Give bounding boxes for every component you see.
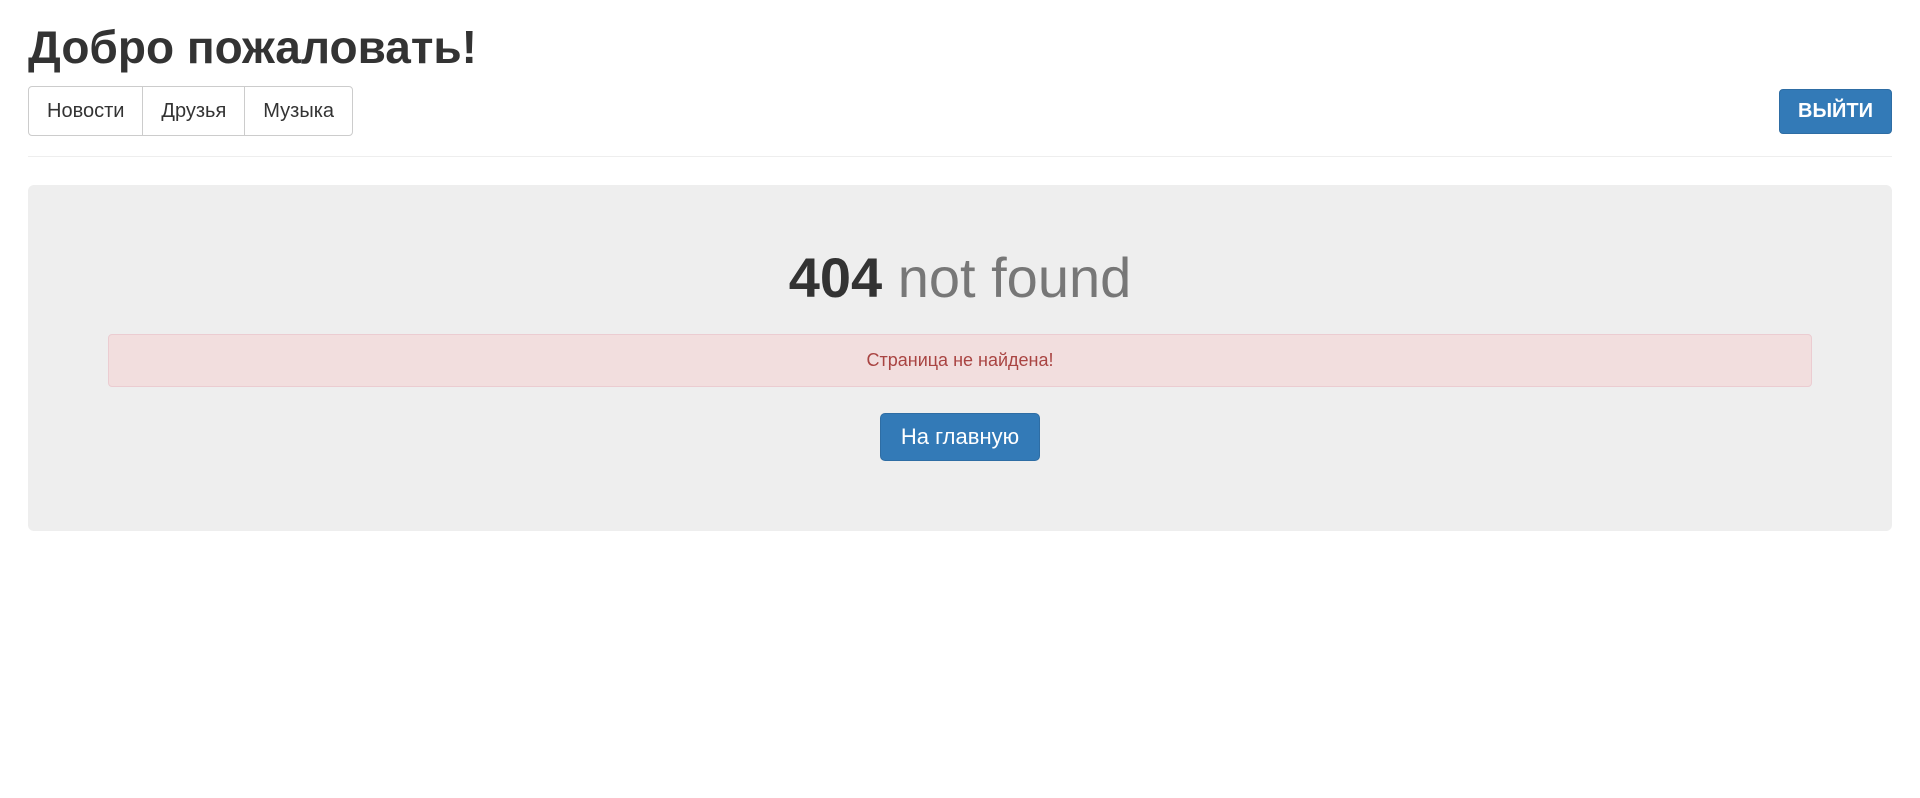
logout-button[interactable]: ВЫЙТИ bbox=[1779, 89, 1892, 134]
nav-bar: Новости Друзья Музыка ВЫЙТИ bbox=[28, 86, 1892, 157]
nav-music-button[interactable]: Музыка bbox=[244, 86, 353, 136]
page-title: Добро пожаловать! bbox=[28, 20, 1892, 74]
nav-friends-button[interactable]: Друзья bbox=[142, 86, 245, 136]
error-suffix: not found bbox=[882, 246, 1131, 309]
nav-button-group: Новости Друзья Музыка bbox=[28, 86, 353, 136]
error-code: 404 bbox=[789, 246, 882, 309]
home-button[interactable]: На главную bbox=[880, 413, 1040, 461]
error-heading: 404 not found bbox=[108, 245, 1812, 310]
nav-news-button[interactable]: Новости bbox=[28, 86, 143, 136]
error-panel: 404 not found Страница не найдена! На гл… bbox=[28, 185, 1892, 531]
error-alert: Страница не найдена! bbox=[108, 334, 1812, 387]
